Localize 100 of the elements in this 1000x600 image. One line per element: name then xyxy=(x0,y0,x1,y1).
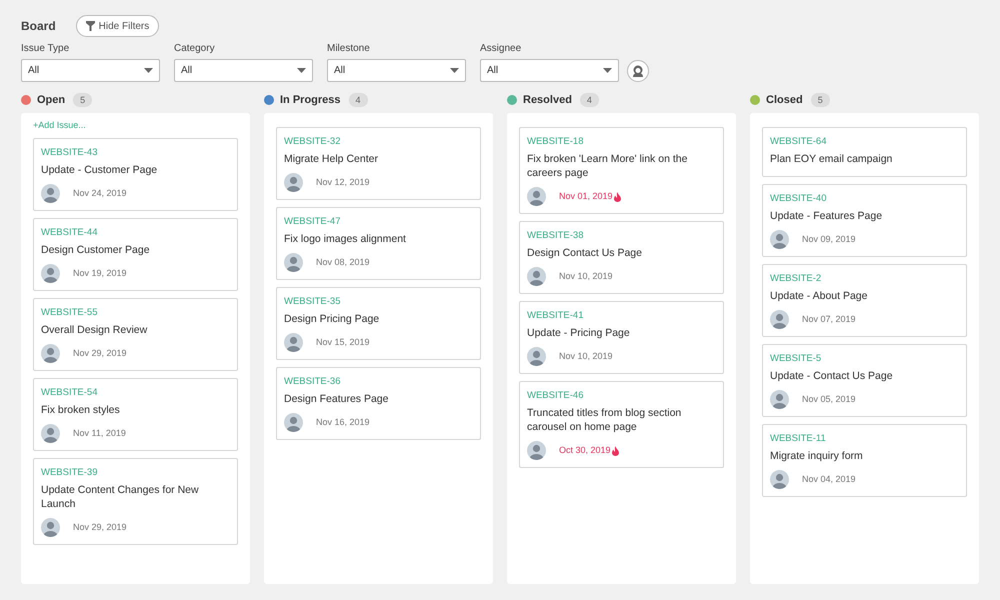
avatar-icon xyxy=(527,347,546,366)
column-title: Open xyxy=(37,92,66,108)
issue-id: WEBSITE-64 xyxy=(770,136,828,148)
issue-card[interactable]: WEBSITE-54 Fix broken styles Nov 11, 2019 xyxy=(33,378,238,451)
filter-dropdown[interactable]: All xyxy=(480,59,619,82)
issue-title: Plan EOY email campaign xyxy=(770,152,894,166)
issue-id: WEBSITE-36 xyxy=(284,376,342,388)
avatar-icon xyxy=(41,184,60,203)
issue-title: Migrate inquiry form xyxy=(770,449,864,463)
avatar-icon xyxy=(284,253,303,272)
issue-title: Design Pricing Page xyxy=(284,312,380,326)
flame-icon xyxy=(614,192,621,202)
flame-icon xyxy=(612,446,619,456)
issue-title: Truncated titles from blog section carousel on home page xyxy=(527,406,682,434)
issue-id: WEBSITE-38 xyxy=(527,230,584,242)
due-date: Oct 30, 2019 xyxy=(559,444,611,457)
count-badge: 4 xyxy=(580,93,599,107)
issue-id: WEBSITE-11 xyxy=(770,433,827,445)
issue-title: Fix broken styles xyxy=(41,403,121,417)
filter-label: Category xyxy=(174,42,216,56)
issue-card[interactable]: WEBSITE-11 Migrate inquiry form Nov 04, 2019 xyxy=(762,424,967,497)
avatar-icon xyxy=(527,187,546,206)
caret-icon xyxy=(603,68,612,73)
due-date: Nov 12, 2019 xyxy=(316,176,370,189)
count-badge: 5 xyxy=(810,93,830,107)
due-date: Nov 19, 2019 xyxy=(73,266,127,280)
issue-id: WEBSITE-5 xyxy=(770,353,822,365)
issue-card[interactable]: WEBSITE-32 Migrate Help Center Nov 12, 2019 xyxy=(276,127,481,200)
issue-id: WEBSITE-32 xyxy=(284,136,342,148)
issue-card[interactable]: WEBSITE-36 Design Features Page Nov 16, 2019 xyxy=(276,367,481,440)
caret-icon xyxy=(144,68,153,73)
issue-id: WEBSITE-44 xyxy=(41,227,98,239)
issue-title: Fix broken 'Learn More' link on the careers page xyxy=(527,152,688,180)
issue-card[interactable]: WEBSITE-35 Design Pricing Page Nov 15, 2019 xyxy=(276,287,481,360)
filter-dropdown[interactable]: All xyxy=(21,59,160,82)
issue-card[interactable]: WEBSITE-18 Fix broken 'Learn More' link on the careers page Nov 01, 2019 xyxy=(519,127,724,214)
filter-label: Milestone xyxy=(327,42,371,56)
due-date: Nov 04, 2019 xyxy=(802,472,856,486)
avatar-icon xyxy=(284,413,303,432)
issue-id: WEBSITE-40 xyxy=(770,193,828,205)
issue-id: WEBSITE-47 xyxy=(284,216,342,228)
issue-id: WEBSITE-39 xyxy=(41,467,98,479)
issue-card[interactable]: WEBSITE-47 Fix logo images alignment Nov 08, 2019 xyxy=(276,207,481,280)
issue-id: WEBSITE-43 xyxy=(41,147,98,159)
issue-card[interactable]: WEBSITE-5 Update - Contact Us Page Nov 05, 2019 xyxy=(762,344,967,417)
avatar-icon xyxy=(41,264,60,283)
issue-id: WEBSITE-54 xyxy=(41,387,98,399)
issue-title: Overall Design Review xyxy=(41,323,148,337)
filter-label: Assignee xyxy=(480,42,522,56)
filter-dropdown[interactable]: All xyxy=(327,59,466,82)
issue-card[interactable]: WEBSITE-46 Truncated titles from blog section carousel on home page Oct 30, 2019 xyxy=(519,381,724,468)
caret-icon xyxy=(450,68,459,73)
due-date: Nov 08, 2019 xyxy=(316,256,370,269)
issue-id: WEBSITE-18 xyxy=(527,136,584,148)
count-badge: 5 xyxy=(73,93,92,107)
avatar-icon xyxy=(41,344,60,363)
issue-card[interactable]: WEBSITE-64 Plan EOY email campaign xyxy=(762,127,967,177)
due-date: Nov 10, 2019 xyxy=(559,350,613,363)
issue-id: WEBSITE-35 xyxy=(284,296,342,308)
due-date: Nov 24, 2019 xyxy=(73,186,127,200)
issue-id: WEBSITE-46 xyxy=(527,390,584,402)
count-badge: 4 xyxy=(348,93,368,107)
avatar-icon xyxy=(770,230,789,249)
avatar-icon xyxy=(770,390,789,409)
assignee-filter-button[interactable] xyxy=(627,60,649,82)
issue-id: WEBSITE-2 xyxy=(770,273,822,285)
board-title: Board xyxy=(21,18,56,35)
filter-label: Issue Type xyxy=(21,42,70,56)
issue-card[interactable]: WEBSITE-39 Update Content Changes for New Launch Nov 29, 2019 xyxy=(33,458,238,545)
issue-card[interactable]: WEBSITE-55 Overall Design Review Nov 29, 2019 xyxy=(33,298,238,371)
issue-title: Update - Customer Page xyxy=(41,163,158,177)
avatar-icon xyxy=(770,470,789,489)
issue-card[interactable]: WEBSITE-38 Design Contact Us Page Nov 10, 2019 xyxy=(519,221,724,294)
due-date: Nov 07, 2019 xyxy=(802,312,856,326)
issue-card[interactable]: WEBSITE-2 Update - About Page Nov 07, 2019 xyxy=(762,264,967,337)
avatar-icon xyxy=(41,518,60,537)
hide-filters-button[interactable]: Hide Filters xyxy=(76,15,160,37)
issue-card[interactable]: WEBSITE-40 Update - Features Page Nov 09, 2019 xyxy=(762,184,967,257)
issue-title: Migrate Help Center xyxy=(284,152,379,166)
due-date: Nov 11, 2019 xyxy=(73,426,126,440)
due-date: Nov 29, 2019 xyxy=(73,520,127,534)
issue-card[interactable]: WEBSITE-43 Update - Customer Page Nov 24, 2019 xyxy=(33,138,238,211)
due-date: Nov 01, 2019 xyxy=(559,190,613,203)
due-date: Nov 29, 2019 xyxy=(73,346,127,360)
issue-id: WEBSITE-55 xyxy=(41,307,98,319)
due-date: Nov 15, 2019 xyxy=(316,336,370,349)
issue-card[interactable]: WEBSITE-41 Update - Pricing Page Nov 10, 2019 xyxy=(519,301,724,374)
issue-title: Update - About Page xyxy=(770,289,868,303)
person-icon xyxy=(632,65,644,77)
filter-dropdown[interactable]: All xyxy=(174,59,313,82)
column-title: Resolved xyxy=(523,92,572,108)
issue-id: WEBSITE-41 xyxy=(527,310,584,322)
issue-card[interactable]: WEBSITE-44 Design Customer Page Nov 19, 2019 xyxy=(33,218,238,291)
due-date: Nov 10, 2019 xyxy=(559,270,613,283)
column-title: In Progress xyxy=(280,92,341,108)
due-date: Nov 16, 2019 xyxy=(316,416,370,429)
issue-title: Update - Pricing Page xyxy=(527,326,631,340)
avatar-icon xyxy=(527,267,546,286)
issue-title: Fix logo images alignment xyxy=(284,232,407,246)
due-date: Nov 09, 2019 xyxy=(802,232,856,246)
